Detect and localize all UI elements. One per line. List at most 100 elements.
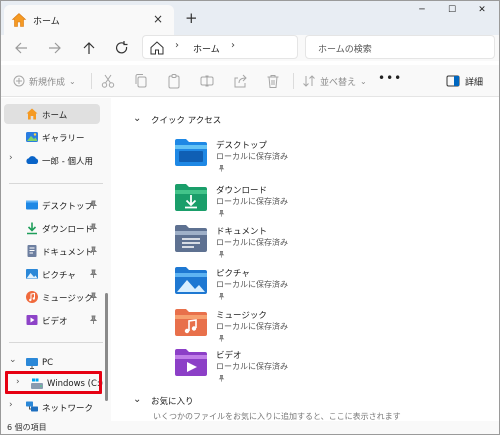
expand-chevron-icon[interactable]: › — [9, 153, 13, 163]
main-content: ⌄ クイック アクセス デスクトップ ローカルに保存済み ダウンロード ローカル… — [111, 98, 499, 421]
tab-title: ホーム — [33, 17, 60, 27]
quick-access-item-pictures[interactable]: ピクチャ ローカルに保存済み — [174, 266, 324, 306]
chevron-down-icon: ⌄ — [360, 76, 367, 86]
item-name: デスクトップ — [216, 141, 268, 151]
sidebar-item-onedrive[interactable]: › 一郎 - 個人用 — [4, 150, 100, 170]
download-icon — [27, 222, 37, 235]
close-window-button[interactable]: ✕ — [469, 5, 495, 25]
pin-icon[interactable] — [89, 246, 98, 256]
sidebar-item-label: 一郎 - 個人用 — [42, 157, 93, 167]
home-icon — [11, 13, 27, 27]
pin-icon[interactable] — [89, 200, 98, 210]
home-icon — [26, 108, 38, 120]
pin-icon[interactable] — [89, 269, 98, 279]
sidebar-item-documents[interactable]: ドキュメント — [4, 241, 100, 261]
home-icon — [150, 41, 164, 55]
sidebar-item-label: ギャラリー — [42, 134, 85, 144]
item-location: ローカルに保存済み — [216, 197, 288, 206]
pin-icon — [218, 293, 225, 300]
chevron-down-icon: ⌄ — [133, 394, 142, 405]
divider — [293, 73, 294, 89]
close-tab-button[interactable]: × — [153, 12, 163, 26]
pin-icon — [218, 335, 225, 342]
sort-button[interactable]: 並べ替え ⌄ — [302, 72, 367, 90]
pin-icon[interactable] — [89, 292, 98, 302]
breadcrumb-separator[interactable]: › — [175, 40, 179, 51]
sidebar-item-network[interactable]: › ネットワーク — [4, 397, 100, 417]
new-button[interactable]: 新規作成 ⌄ — [13, 72, 76, 90]
item-name: ドキュメント — [216, 227, 268, 237]
network-icon — [26, 401, 38, 412]
refresh-button[interactable] — [111, 38, 133, 58]
sidebar-scrollbar[interactable] — [105, 293, 108, 401]
plus-icon — [13, 75, 25, 87]
pictures-folder-icon — [175, 267, 207, 294]
search-placeholder: ホームの検索 — [318, 45, 372, 55]
divider — [9, 183, 103, 184]
sidebar-item-home[interactable]: ホーム — [4, 104, 100, 124]
status-bar: 6 個の項目 — [1, 421, 499, 434]
copy-icon[interactable] — [133, 72, 149, 90]
sidebar-item-label: ネットワーク — [42, 404, 94, 414]
chevron-down-icon: ⌄ — [133, 113, 142, 124]
more-options-button[interactable]: ••• — [378, 71, 402, 89]
back-button[interactable] — [11, 38, 33, 58]
music-folder-icon — [175, 309, 207, 336]
minimize-button[interactable]: ─ — [409, 5, 435, 25]
sidebar-item-pictures[interactable]: ピクチャ — [4, 264, 100, 284]
details-pane-button[interactable]: 詳細 — [446, 72, 483, 90]
details-button-label: 詳細 — [465, 77, 484, 88]
onedrive-cloud-icon — [26, 156, 39, 164]
chevron-down-icon: ⌄ — [69, 76, 76, 86]
pc-icon — [26, 358, 38, 369]
delete-icon[interactable] — [265, 72, 281, 90]
rename-icon[interactable] — [199, 72, 215, 90]
item-location: ローカルに保存済み — [216, 152, 288, 161]
quick-access-item-music[interactable]: ミュージック ローカルに保存済み — [174, 308, 324, 348]
sidebar-item-label: ビデオ — [42, 317, 68, 327]
tab-home[interactable]: ホーム × — [4, 5, 174, 35]
quick-access-item-documents[interactable]: ドキュメント ローカルに保存済み — [174, 224, 324, 264]
up-button[interactable] — [78, 38, 100, 58]
details-pane-icon — [446, 75, 460, 87]
quick-access-item-desktop[interactable]: デスクトップ ローカルに保存済み — [174, 138, 324, 178]
sidebar-item-pc[interactable]: ⌄ PC — [4, 353, 100, 373]
sidebar-item-label: ドキュメント — [42, 248, 94, 258]
expand-chevron-icon[interactable]: › — [9, 400, 13, 410]
collapse-chevron-icon[interactable]: ⌄ — [9, 355, 17, 365]
sidebar-item-downloads[interactable]: ダウンロード — [4, 218, 100, 238]
command-bar: 新規作成 ⌄ 並べ替え ⌄ ••• 詳細 — [1, 65, 499, 97]
item-count: 6 個の項目 — [7, 423, 47, 432]
sidebar-item-music[interactable]: ミュージック — [4, 287, 100, 307]
breadcrumb-separator[interactable]: › — [231, 40, 235, 51]
pin-icon[interactable] — [89, 315, 98, 325]
section-title: お気に入り — [151, 397, 194, 407]
new-tab-button[interactable]: + — [185, 9, 198, 27]
quick-access-item-videos[interactable]: ビデオ ローカルに保存済み — [174, 348, 324, 388]
item-location: ローカルに保存済み — [216, 280, 288, 289]
search-input[interactable]: ホームの検索 — [305, 35, 495, 59]
share-icon[interactable] — [232, 72, 248, 90]
pin-icon[interactable] — [89, 223, 98, 233]
breadcrumb-home[interactable]: ホーム — [193, 42, 220, 55]
item-name: ピクチャ — [216, 269, 250, 279]
item-name: ダウンロード — [216, 186, 268, 196]
address-bar[interactable]: › ホーム › — [142, 35, 298, 59]
pin-icon — [218, 375, 225, 382]
sidebar-item-gallery[interactable]: ギャラリー — [4, 127, 100, 147]
sidebar-item-label: ミュージック — [42, 294, 93, 304]
divider — [91, 73, 92, 89]
sidebar-item-desktop[interactable]: デスクトップ — [4, 195, 100, 215]
paste-icon[interactable] — [166, 72, 182, 90]
cut-icon[interactable] — [100, 72, 116, 90]
maximize-button[interactable]: ☐ — [439, 5, 465, 25]
music-icon — [26, 291, 38, 303]
sidebar-item-videos[interactable]: ビデオ — [4, 310, 100, 330]
sidebar-item-label: ダウンロード — [42, 225, 94, 235]
forward-button[interactable] — [43, 38, 65, 58]
sort-button-label: 並べ替え — [320, 77, 357, 88]
gallery-icon — [26, 132, 38, 142]
item-location: ローカルに保存済み — [216, 362, 288, 371]
pictures-icon — [26, 269, 38, 279]
quick-access-item-downloads[interactable]: ダウンロード ローカルに保存済み — [174, 183, 324, 223]
